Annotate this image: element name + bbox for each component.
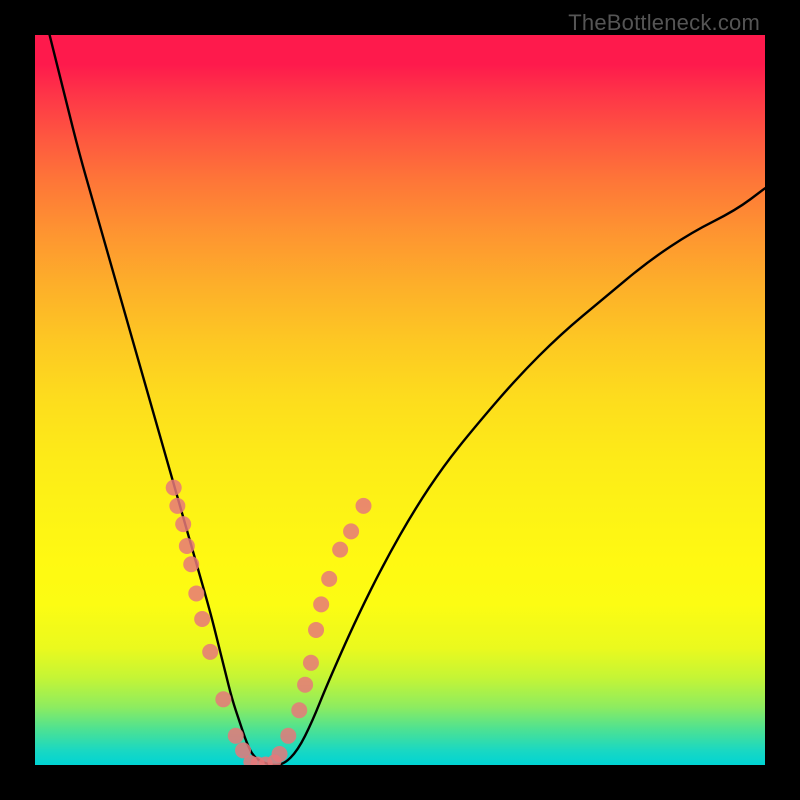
data-point-marker: [291, 702, 307, 718]
data-point-marker: [308, 622, 324, 638]
data-point-marker: [169, 498, 185, 514]
data-point-marker: [313, 596, 329, 612]
data-point-marker: [175, 516, 191, 532]
data-point-marker: [280, 728, 296, 744]
markers-right: [272, 498, 372, 762]
data-point-marker: [228, 728, 244, 744]
markers-bottom: [243, 754, 281, 765]
data-point-marker: [343, 523, 359, 539]
bottleneck-curve: [50, 35, 765, 765]
data-point-marker: [321, 571, 337, 587]
attribution-label: TheBottleneck.com: [568, 10, 760, 36]
data-point-marker: [202, 644, 218, 660]
chart-viewport: TheBottleneck.com: [0, 0, 800, 800]
data-point-marker: [297, 677, 313, 693]
plot-area: [35, 35, 765, 765]
data-point-marker: [303, 655, 319, 671]
data-point-marker: [179, 538, 195, 554]
data-point-marker: [183, 556, 199, 572]
curve-overlay: [35, 35, 765, 765]
data-point-marker: [194, 611, 210, 627]
data-point-marker: [166, 480, 182, 496]
data-point-marker: [215, 691, 231, 707]
data-point-marker: [332, 542, 348, 558]
data-point-marker: [188, 585, 204, 601]
data-point-marker: [356, 498, 372, 514]
